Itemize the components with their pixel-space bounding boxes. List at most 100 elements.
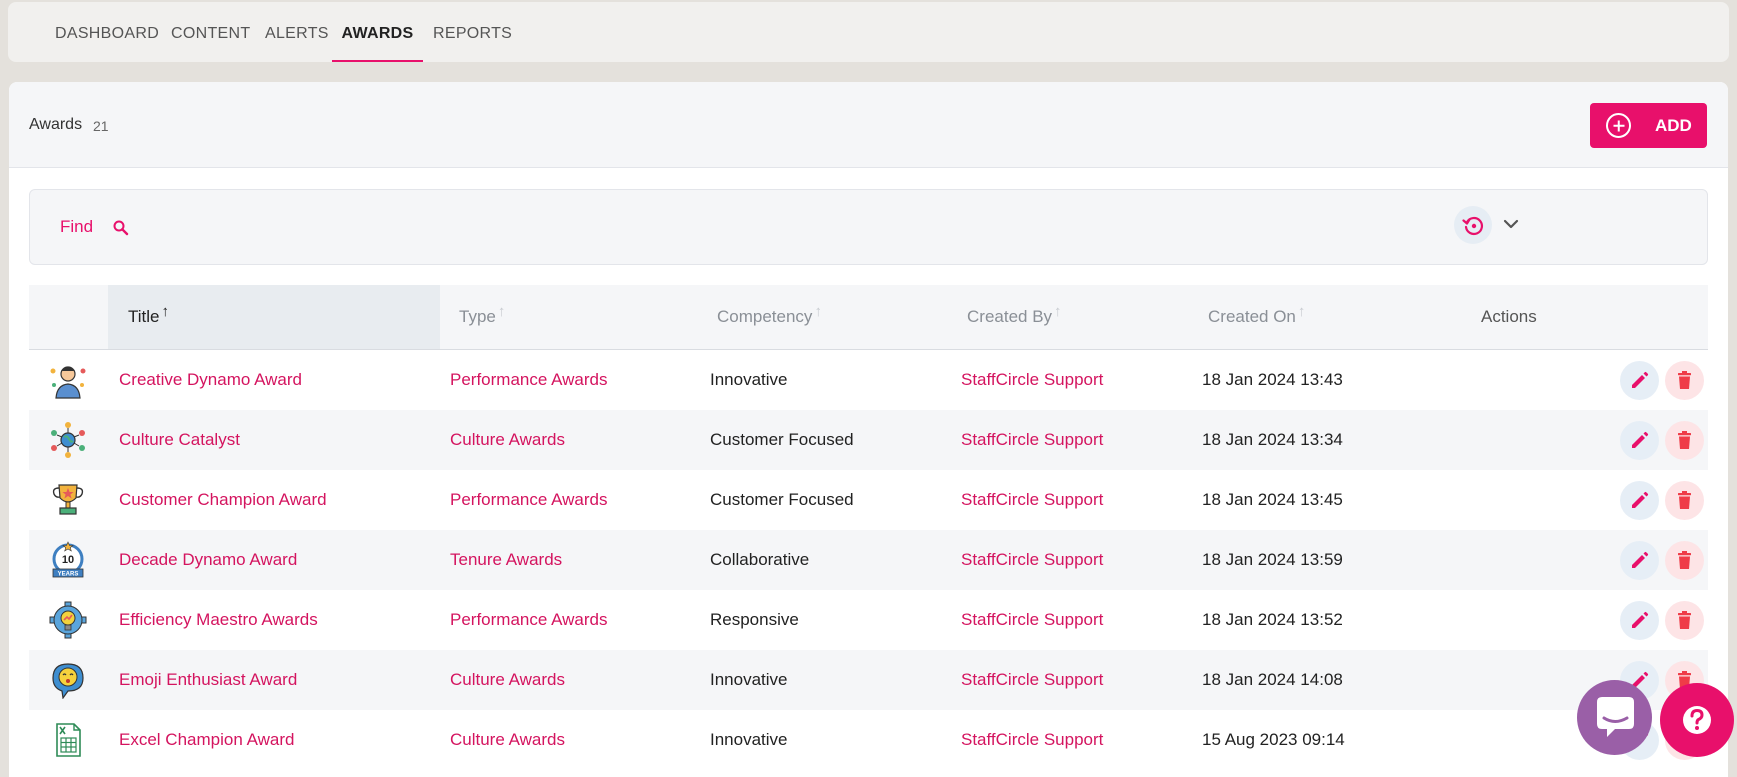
table-row: Culture Catalyst Culture Awards Customer… xyxy=(29,410,1708,470)
award-title-link[interactable]: Efficiency Maestro Awards xyxy=(119,590,318,650)
trash-icon xyxy=(1678,611,1691,629)
search-icon[interactable] xyxy=(112,219,130,237)
created-on: 18 Jan 2024 13:45 xyxy=(1202,490,1343,509)
filter-bar: Find xyxy=(29,189,1708,265)
pencil-icon xyxy=(1632,491,1649,508)
created-by-link[interactable]: StaffCircle Support xyxy=(961,590,1103,650)
help-button[interactable] xyxy=(1660,683,1734,757)
award-competency: Innovative xyxy=(710,670,788,689)
edit-button[interactable] xyxy=(1620,421,1659,460)
award-title-link[interactable]: Emoji Enthusiast Award xyxy=(119,650,297,710)
column-created-by-label: Created By xyxy=(967,307,1053,326)
delete-button[interactable] xyxy=(1665,421,1704,460)
column-actions: Actions xyxy=(1481,307,1537,326)
column-created-on-label: Created On xyxy=(1208,307,1296,326)
trash-icon xyxy=(1678,431,1691,449)
table-row: Emoji Enthusiast Award Culture Awards In… xyxy=(29,650,1708,710)
column-title[interactable]: Title ↑ xyxy=(108,285,440,349)
culture-catalyst-icon xyxy=(51,422,85,458)
column-created-by[interactable]: Created By ↑ xyxy=(967,285,1062,349)
award-title-link[interactable]: Culture Catalyst xyxy=(119,410,240,470)
page-title: Awards xyxy=(29,116,83,133)
award-type-link[interactable]: Culture Awards xyxy=(450,710,565,770)
table-header: Title ↑ Type ↑ Competency ↑ Created By ↑ Cre… xyxy=(29,285,1708,350)
pencil-icon xyxy=(1632,551,1649,568)
table-row: Creative Dynamo Award Performance Awards… xyxy=(29,350,1708,410)
chevron-down-icon[interactable] xyxy=(1501,214,1521,234)
created-by-link[interactable]: StaffCircle Support xyxy=(961,650,1103,710)
created-by-link[interactable]: StaffCircle Support xyxy=(961,410,1103,470)
edit-button[interactable] xyxy=(1620,601,1659,640)
created-by-link[interactable]: StaffCircle Support xyxy=(961,530,1103,590)
pencil-icon xyxy=(1632,371,1649,388)
pencil-icon xyxy=(1632,611,1649,628)
award-competency: Responsive xyxy=(710,610,799,629)
emoji-bubble-icon xyxy=(52,663,84,699)
created-by-link[interactable]: StaffCircle Support xyxy=(961,710,1103,770)
panel-header: Awards 21 ADD xyxy=(9,82,1728,168)
column-type[interactable]: Type ↑ xyxy=(459,285,505,349)
award-type-link[interactable]: Performance Awards xyxy=(450,470,607,530)
table-row: Excel Champion Award Culture Awards Inno… xyxy=(29,710,1708,770)
award-type-link[interactable]: Culture Awards xyxy=(450,410,565,470)
tab-dashboard[interactable]: DASHBOARD xyxy=(55,2,159,62)
created-on: 18 Jan 2024 13:52 xyxy=(1202,610,1343,629)
delete-button[interactable] xyxy=(1665,361,1704,400)
created-on: 18 Jan 2024 14:08 xyxy=(1202,670,1343,689)
award-title-link[interactable]: Decade Dynamo Award xyxy=(119,530,297,590)
delete-button[interactable] xyxy=(1665,481,1704,520)
edit-button[interactable] xyxy=(1620,541,1659,580)
creative-dynamo-award-icon xyxy=(50,366,86,399)
trash-icon xyxy=(1678,551,1691,569)
award-title-link[interactable]: Customer Champion Award xyxy=(119,470,327,530)
find-toggle[interactable]: Find xyxy=(60,217,93,237)
add-award-button[interactable]: ADD xyxy=(1590,103,1707,148)
created-by-link[interactable]: StaffCircle Support xyxy=(961,470,1103,530)
top-nav: DASHBOARD CONTENT ALERTS AWARDS REPORTS xyxy=(8,2,1729,62)
sort-arrow-up-icon: ↑ xyxy=(1297,303,1306,320)
award-type-link[interactable]: Performance Awards xyxy=(450,350,607,410)
award-title-link[interactable]: Excel Champion Award xyxy=(119,710,294,770)
trophy-icon xyxy=(52,484,84,515)
live-chat-button[interactable] xyxy=(1577,680,1652,755)
add-button-label: ADD xyxy=(1655,116,1692,135)
trash-icon xyxy=(1678,491,1691,509)
column-created-on[interactable]: Created On ↑ xyxy=(1208,285,1305,349)
award-competency: Innovative xyxy=(710,730,788,749)
award-title-link[interactable]: Creative Dynamo Award xyxy=(119,350,302,410)
edit-button[interactable] xyxy=(1620,361,1659,400)
award-type-link[interactable]: Culture Awards xyxy=(450,650,565,710)
excel-sheet-icon xyxy=(56,723,81,757)
tab-awards[interactable]: AWARDS xyxy=(332,2,423,62)
sort-arrow-up-icon: ↑ xyxy=(161,303,170,320)
edit-button[interactable] xyxy=(1620,481,1659,520)
delete-button[interactable] xyxy=(1665,601,1704,640)
history-reset-icon xyxy=(1462,216,1484,236)
tab-alerts[interactable]: ALERTS xyxy=(265,2,328,62)
award-competency: Collaborative xyxy=(710,550,810,569)
gear-lightbulb-icon xyxy=(49,601,87,639)
ten-years-badge-icon: 10 YEARS xyxy=(52,541,84,578)
created-on: 18 Jan 2024 13:34 xyxy=(1202,430,1343,449)
tab-content[interactable]: CONTENT xyxy=(171,2,250,62)
sort-arrow-up-icon: ↑ xyxy=(497,303,506,320)
tab-reports[interactable]: REPORTS xyxy=(433,2,512,62)
column-competency[interactable]: Competency ↑ xyxy=(717,285,822,349)
reset-filters-button[interactable] xyxy=(1454,206,1492,244)
delete-button[interactable] xyxy=(1665,541,1704,580)
award-competency: Innovative xyxy=(710,370,788,389)
trash-icon xyxy=(1678,371,1691,389)
awards-panel: Awards 21 ADD Find Title ↑ Type ↑ Competen… xyxy=(9,82,1728,777)
created-on: 18 Jan 2024 13:59 xyxy=(1202,550,1343,569)
award-type-link[interactable]: Performance Awards xyxy=(450,590,607,650)
column-competency-label: Competency xyxy=(717,307,813,326)
award-type-link[interactable]: Tenure Awards xyxy=(450,530,562,590)
award-competency: Customer Focused xyxy=(710,430,854,449)
table-row: Efficiency Maestro Awards Performance Aw… xyxy=(29,590,1708,650)
column-type-label: Type xyxy=(459,307,496,326)
chat-bubble-icon xyxy=(1597,697,1634,737)
sort-arrow-up-icon: ↑ xyxy=(1054,303,1062,320)
created-by-link[interactable]: StaffCircle Support xyxy=(961,350,1103,410)
table-row: 10 YEARS Decade Dynamo Award Tenure Awar… xyxy=(29,530,1708,590)
award-competency: Customer Focused xyxy=(710,490,854,509)
